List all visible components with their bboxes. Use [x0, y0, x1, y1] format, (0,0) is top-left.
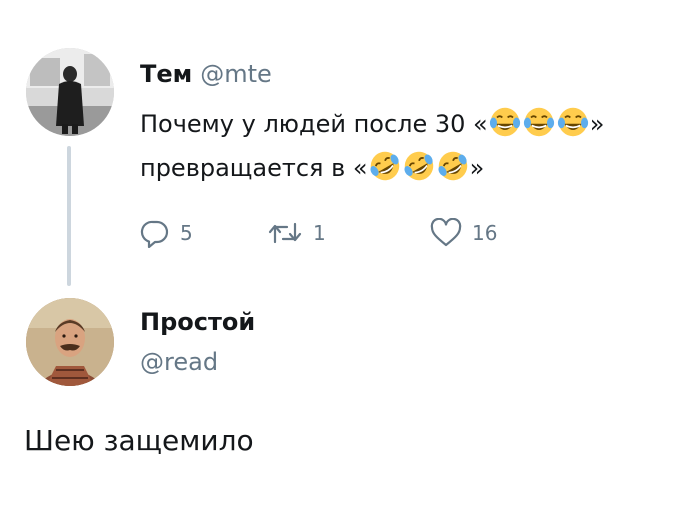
tweet-text-part1: Почему у людей после 30 « [140, 110, 488, 138]
rolling-on-the-floor-laughing-icon [370, 151, 399, 181]
reply-author-handle[interactable]: @read [140, 348, 218, 376]
reply-author-name[interactable]: Простой [140, 308, 255, 336]
avatar-prostoy[interactable] [26, 298, 114, 386]
retweet-button[interactable]: 1 [267, 218, 326, 248]
face-with-tears-of-joy-icon [489, 107, 520, 137]
avatar-tem[interactable] [26, 48, 114, 136]
avatar-photo-icon [26, 48, 114, 136]
tweet-text: Почему у людей после 30 « » превращается… [140, 102, 690, 190]
tweet-actions: 5 1 16 [140, 218, 560, 250]
rolling-on-the-floor-laughing-icon [438, 151, 467, 181]
thread-connector-line [67, 146, 71, 286]
reply-count: 5 [180, 221, 193, 245]
like-count: 16 [472, 221, 498, 245]
reply-button[interactable]: 5 [140, 218, 193, 248]
like-button[interactable]: 16 [430, 218, 497, 248]
author-name[interactable]: Тем [140, 60, 192, 88]
tweet-text-part4: » [469, 154, 485, 182]
rolling-on-the-floor-laughing-icon [404, 151, 433, 181]
face-with-tears-of-joy-icon [523, 107, 554, 137]
tweet-text-part3: превращается в « [140, 154, 368, 182]
tweet-text-part2: » [589, 110, 605, 138]
reply-text: Шею защемило [24, 424, 254, 457]
heart-icon [430, 218, 462, 247]
reply-icon [140, 220, 169, 248]
retweet-count: 1 [313, 221, 326, 245]
author-handle[interactable]: @mte [200, 60, 272, 88]
face-with-tears-of-joy-icon [557, 107, 588, 137]
tweet-author-row: Тем @mte [140, 60, 272, 88]
retweet-icon [268, 222, 302, 244]
avatar-photo-icon [26, 298, 114, 386]
